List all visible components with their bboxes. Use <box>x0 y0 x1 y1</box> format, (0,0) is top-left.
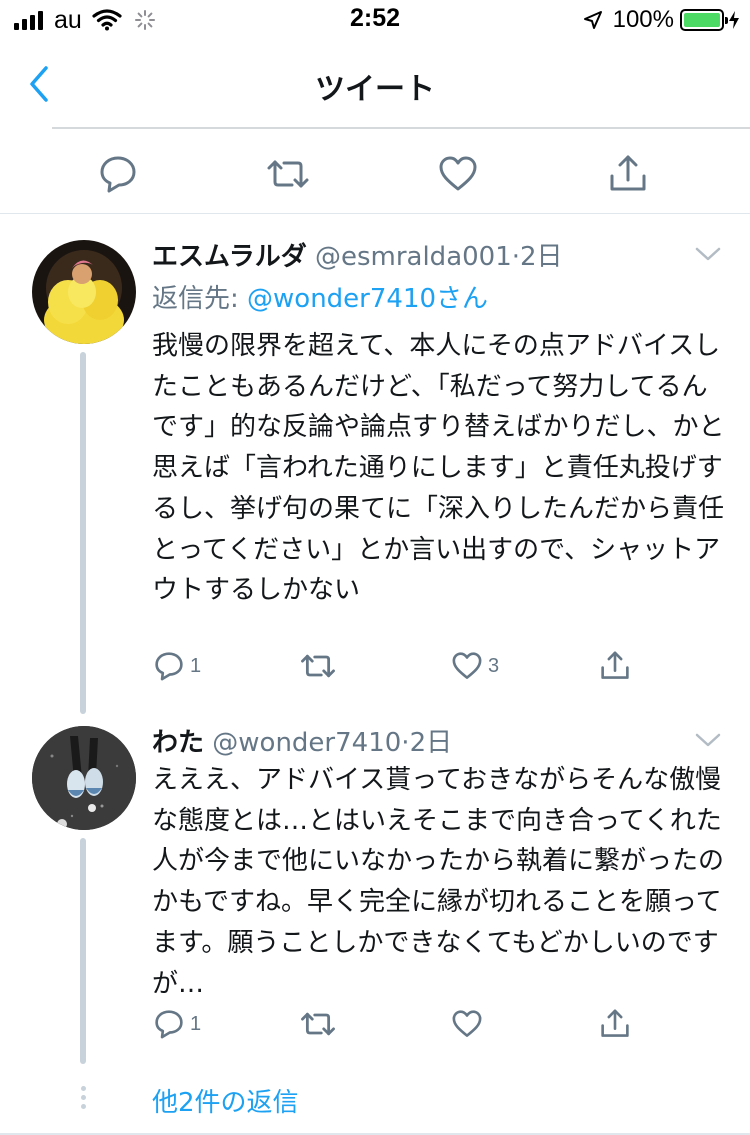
retweet-button[interactable] <box>266 152 310 196</box>
reply-prefix: 返信先: <box>152 284 248 314</box>
avatar[interactable] <box>32 240 136 344</box>
status-bar: au 2:52 100% <box>0 0 750 40</box>
display-name[interactable]: エスムラルダ <box>152 242 307 272</box>
retweet-icon <box>301 1012 335 1036</box>
reply-button[interactable]: 1 <box>152 646 201 686</box>
tweet-time: 2日 <box>409 728 453 758</box>
user-handle[interactable]: @wonder7410 <box>212 728 401 758</box>
tweet-text: えええ、アドバイス貰っておきながらそんな傲慢な態度とは…とはいえそこまで向き合っ… <box>152 765 725 999</box>
separator-dot: · <box>511 242 521 272</box>
reply-button[interactable]: 1 <box>152 1004 201 1044</box>
like-button[interactable] <box>450 1004 488 1044</box>
like-button[interactable]: 3 <box>450 646 499 686</box>
retweet-icon <box>301 654 335 678</box>
tweet-header: エスムラルダ @esmralda001·2日 <box>152 236 730 276</box>
thread-line <box>80 838 86 1064</box>
chevron-down-icon[interactable] <box>694 730 722 750</box>
tweet-text: 我慢の限界を超えて、本人にその点アドバイスしたこともあるんだけど、「私だって努力… <box>152 331 725 606</box>
nav-header: ツイート <box>0 40 750 126</box>
charging-bolt-icon <box>729 11 739 29</box>
show-more-replies-link[interactable]: 他2件の返信 <box>152 1082 299 1119</box>
retweet-button[interactable] <box>300 1004 340 1044</box>
user-handle[interactable]: @esmralda001 <box>315 242 512 272</box>
share-button[interactable] <box>598 646 632 686</box>
reply-tweet[interactable]: エスムラルダ @esmralda001·2日 返信先: @wonder7410さ… <box>0 214 750 714</box>
location-arrow-icon <box>583 11 602 29</box>
reply-to-link[interactable]: @wonder7410さん <box>247 284 488 314</box>
share-icon <box>601 651 629 679</box>
tweet-header: わた @wonder7410·2日 <box>152 722 730 762</box>
battery-percent: 100% <box>612 6 674 33</box>
retweet-icon <box>267 160 309 188</box>
reply-button[interactable] <box>96 152 140 196</box>
reply-icon <box>155 1010 183 1039</box>
reply-tweet[interactable]: わた @wonder7410·2日 えええ、アドバイス貰っておきながらそんな傲慢… <box>0 714 750 1074</box>
separator-dot: · <box>401 728 410 758</box>
reply-count: 1 <box>190 654 202 677</box>
header-divider <box>52 127 750 129</box>
chevron-down-icon[interactable] <box>694 244 722 264</box>
share-icon <box>610 155 646 191</box>
more-dots-icon <box>78 1086 88 1114</box>
like-button[interactable] <box>436 152 480 196</box>
tweet-actions: 1 <box>152 1004 652 1044</box>
share-button[interactable] <box>606 152 650 196</box>
focused-tweet-actions <box>0 130 750 214</box>
reply-context: 返信先: @wonder7410さん <box>152 278 488 315</box>
page-title: ツイート <box>315 72 435 107</box>
reply-count: 1 <box>190 1012 202 1035</box>
heart-icon <box>452 1010 482 1037</box>
like-count: 3 <box>488 654 500 677</box>
heart-icon <box>452 652 482 679</box>
battery-icon <box>680 9 728 31</box>
display-name[interactable]: わた <box>152 728 204 758</box>
heart-icon <box>439 156 477 191</box>
tweet-time: 2日 <box>520 242 563 272</box>
tweet-actions: 1 3 <box>152 646 652 686</box>
retweet-button[interactable] <box>300 646 340 686</box>
avatar[interactable] <box>32 726 136 830</box>
reply-icon <box>155 652 183 681</box>
share-button[interactable] <box>598 1004 632 1044</box>
share-icon <box>601 1009 629 1037</box>
reply-icon <box>100 156 136 193</box>
thread-line <box>80 352 86 714</box>
